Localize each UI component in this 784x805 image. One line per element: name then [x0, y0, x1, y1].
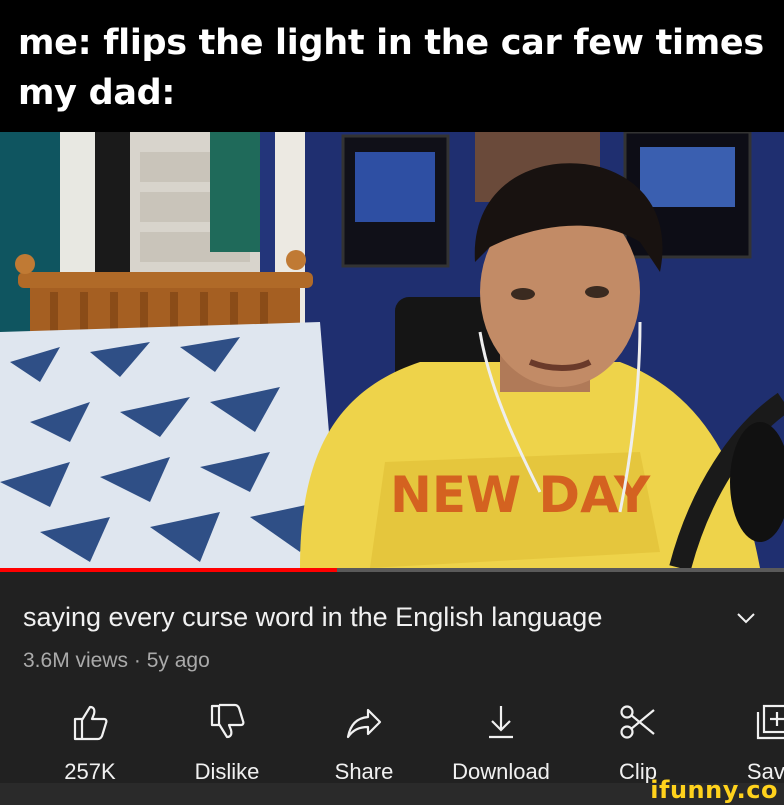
ifunny-watermark: ifunny.co [650, 776, 778, 804]
download-button[interactable]: Download [441, 702, 561, 784]
dislike-button[interactable]: Dislike [167, 702, 287, 784]
download-icon [489, 706, 513, 739]
clip-button[interactable]: Clip [578, 702, 698, 784]
save-playlist-icon [756, 704, 784, 740]
scissors-icon [620, 705, 655, 739]
thumbs-up-icon [73, 705, 108, 741]
caption-line-2: my dad: [18, 73, 176, 113]
dislike-label: Dislike [194, 759, 260, 784]
video-info-panel: saying every curse word in the English l… [0, 572, 784, 805]
video-meta: 3.6M views · 5y ago [23, 649, 210, 673]
view-count: 3.6M views [23, 649, 129, 672]
svg-text:NEW DAY: NEW DAY [390, 466, 651, 524]
meta-separator: · [133, 649, 147, 672]
chevron-down-icon[interactable] [735, 610, 757, 626]
video-frame-illustration: NEW DAY [0, 132, 784, 568]
share-label: Share [334, 759, 394, 784]
download-label: Download [452, 759, 550, 784]
video-title[interactable]: saying every curse word in the English l… [23, 602, 602, 633]
like-count: 257K [64, 759, 116, 784]
video-player[interactable]: NEW DAY [0, 132, 784, 568]
upload-age: 5y ago [146, 649, 210, 672]
thumbs-down-icon [210, 703, 245, 739]
meme-caption: me: flips the light in the car few times… [0, 0, 784, 132]
save-button[interactable]: Save [712, 702, 784, 784]
caption-line-1: me: flips the light in the car few times [18, 23, 764, 63]
share-icon [346, 708, 382, 739]
action-bar: 257K Dislike Share Download Clip Sav [0, 702, 784, 784]
like-button[interactable]: 257K [30, 702, 150, 784]
share-button[interactable]: Share [304, 702, 424, 784]
